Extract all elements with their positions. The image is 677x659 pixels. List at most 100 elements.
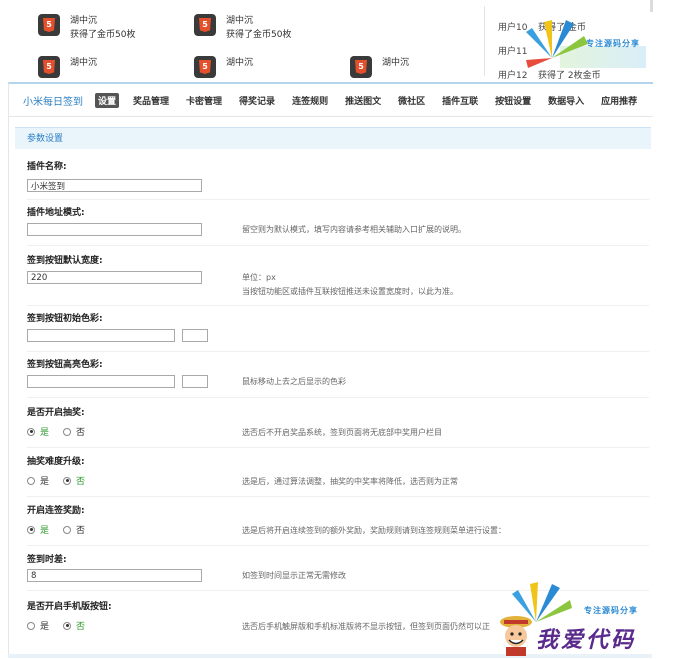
radio-yes[interactable] <box>27 427 35 436</box>
radio-label-yes[interactable]: 是 <box>40 425 49 438</box>
plugin-settings-frame: 小米每日签到 设置 奖品管理 卡密管理 得奖记录 连签规则 推送图文 微社区 插… <box>8 82 653 656</box>
html5-badge: 5 <box>43 60 55 74</box>
field-label: 签到时差: <box>27 555 67 565</box>
field-label: 签到按钮初始色彩: <box>27 314 103 324</box>
html5-icon: 5 <box>194 56 216 78</box>
field-label: 签到按钮高亮色彩: <box>27 360 103 370</box>
field-hint: 选否后不开启奖品系统，签到页面将无底部中奖用户栏目 <box>242 428 442 437</box>
preview-item-name: 湖中沉 <box>70 16 98 26</box>
tab-consecutive-rules[interactable]: 连签规则 <box>289 93 331 108</box>
tab-settings[interactable]: 设置 <box>95 92 120 108</box>
watermark-caption: 专注源码分享 <box>584 606 638 615</box>
preview-item: 5 湖中沉 <box>194 56 253 78</box>
row-divider <box>27 545 649 546</box>
field-plugin-url-mode: 插件地址模式: 留空则为默认模式，填写内容请参考相关辅助入口扩展的说明。 <box>27 205 649 246</box>
button-color-input[interactable] <box>27 329 175 342</box>
radio-yes[interactable] <box>27 621 35 630</box>
plugin-name-input[interactable] <box>27 179 202 192</box>
preview-strip: 5 湖中沉 获得了金币50枚 5 湖中沉 获得了金币50枚 5 湖中沉 5 湖中沉 … <box>0 0 677 80</box>
watermark-text: 我爱代码 <box>536 627 637 653</box>
radio-yes[interactable] <box>27 476 35 485</box>
field-label: 是否开启抽奖: <box>27 408 85 418</box>
field-label: 签到按钮默认宽度: <box>27 256 103 266</box>
preview-divider <box>484 6 485 76</box>
radio-label-yes[interactable]: 是 <box>40 619 49 632</box>
field-consecutive-reward: 开启连签奖励: 是 否 选是后将开启连续签到的额外奖励，奖励规则请到连签规则菜单… <box>27 503 649 546</box>
radio-no[interactable] <box>63 525 72 534</box>
field-hint: 选是后，通过算法调整，抽奖的中奖率将降低，选否则为正常 <box>242 477 458 486</box>
html5-badge: 5 <box>355 60 367 74</box>
tab-micro-community[interactable]: 微社区 <box>395 93 428 108</box>
html5-badge: 5 <box>43 18 55 32</box>
radio-group: 是 否 <box>27 425 99 438</box>
radio-label-no[interactable]: 否 <box>76 523 85 536</box>
row-divider <box>27 245 649 246</box>
row-divider <box>27 199 649 200</box>
html5-badge: 5 <box>199 18 211 32</box>
radio-label-no[interactable]: 否 <box>76 474 85 487</box>
preview-item: 5 湖中沉 获得了金币50枚 <box>38 14 135 42</box>
field-label: 插件名称: <box>27 162 67 172</box>
tab-winning-records[interactable]: 得奖记录 <box>236 93 278 108</box>
field-label: 开启连签奖励: <box>27 506 85 516</box>
tab-data-import[interactable]: 数据导入 <box>545 93 587 108</box>
field-hint: 如签到时间显示正常无需修改 <box>242 571 346 580</box>
row-divider <box>27 305 649 306</box>
html5-badge: 5 <box>199 60 211 74</box>
preview-item: 5 湖中沉 <box>350 56 409 78</box>
preview-item-name: 湖中沉 <box>382 58 410 68</box>
html5-icon: 5 <box>38 56 60 78</box>
row-divider <box>27 496 649 497</box>
tab-prize-management[interactable]: 奖品管理 <box>130 93 172 108</box>
radio-no[interactable] <box>63 621 72 630</box>
tab-app-recommend[interactable]: 应用推荐 <box>598 93 640 108</box>
field-hint: 选是后将开启连续签到的额外奖励，奖励规则请到连签规则菜单进行设置： <box>242 526 506 535</box>
field-enable-lottery: 是否开启抽奖: 是 否 选否后不开启奖品系统，签到页面将无底部中奖用户栏目 <box>27 405 649 448</box>
tab-button-settings[interactable]: 按钮设置 <box>492 93 534 108</box>
row-divider <box>27 351 649 352</box>
button-width-input[interactable] <box>27 271 202 284</box>
field-hint: 鼠标移动上去之后显示的色彩 <box>242 377 346 386</box>
preview-scrollbar[interactable] <box>650 0 653 12</box>
tab-card-management[interactable]: 卡密管理 <box>183 93 225 108</box>
radio-label-yes[interactable]: 是 <box>40 474 49 487</box>
source-logo-icon <box>526 20 588 68</box>
field-time-diff: 签到时差: 如签到时间显示正常无需修改 <box>27 552 649 591</box>
field-hint: 选否后手机触屏版和手机标准版将不显示按钮，但签到页面仍然可以正 <box>242 622 490 631</box>
button-highlight-input[interactable] <box>27 375 175 388</box>
radio-no[interactable] <box>63 427 72 436</box>
row-divider <box>27 397 649 398</box>
logo-caption: 专注源码分享 <box>586 39 640 48</box>
section-title: 参数设置 <box>15 127 651 149</box>
preview-item-name: 湖中沉 <box>226 58 254 68</box>
field-label: 抽奖难度升级: <box>27 457 85 467</box>
field-hint: 单位：px <box>242 273 276 282</box>
preview-item: 5 湖中沉 <box>38 56 97 78</box>
html5-icon: 5 <box>350 56 372 78</box>
cartoon-avatar-icon <box>500 616 532 656</box>
field-label: 插件地址模式: <box>27 208 85 218</box>
tab-push-articles[interactable]: 推送图文 <box>342 93 384 108</box>
plugin-navbar: 小米每日签到 设置 奖品管理 卡密管理 得奖记录 连签规则 推送图文 微社区 插… <box>9 84 653 117</box>
radio-label-no[interactable]: 否 <box>76 425 85 438</box>
radio-yes[interactable] <box>27 525 35 534</box>
field-hint: 留空则为默认模式，填写内容请参考相关辅助入口扩展的说明。 <box>242 225 466 234</box>
tab-plugin-interconnect[interactable]: 插件互联 <box>439 93 481 108</box>
radio-label-no[interactable]: 否 <box>76 619 85 632</box>
html5-icon: 5 <box>194 14 216 36</box>
html5-icon: 5 <box>38 14 60 36</box>
color-picker-swatch[interactable] <box>182 375 208 388</box>
radio-group: 是 否 <box>27 474 99 487</box>
field-button-width: 签到按钮默认宽度: 单位：px 当按钮功能区或插件互联按钮推送未设置宽度时，以此… <box>27 253 649 306</box>
color-picker-swatch[interactable] <box>182 329 208 342</box>
plugin-title: 小米每日签到 <box>23 96 83 108</box>
plugin-url-mode-input[interactable] <box>27 223 202 236</box>
preview-item-name: 湖中沉 <box>70 58 98 68</box>
radio-no[interactable] <box>63 476 72 485</box>
field-button-color: 签到按钮初始色彩: <box>27 311 649 352</box>
preview-item-desc: 获得了金币50枚 <box>226 30 292 40</box>
time-diff-input[interactable] <box>27 569 202 582</box>
radio-label-yes[interactable]: 是 <box>40 523 49 536</box>
field-button-highlight: 签到按钮高亮色彩: 鼠标移动上去之后显示的色彩 <box>27 357 649 398</box>
field-hint: 当按钮功能区或插件互联按钮推送未设置宽度时，以此为准。 <box>242 287 458 296</box>
